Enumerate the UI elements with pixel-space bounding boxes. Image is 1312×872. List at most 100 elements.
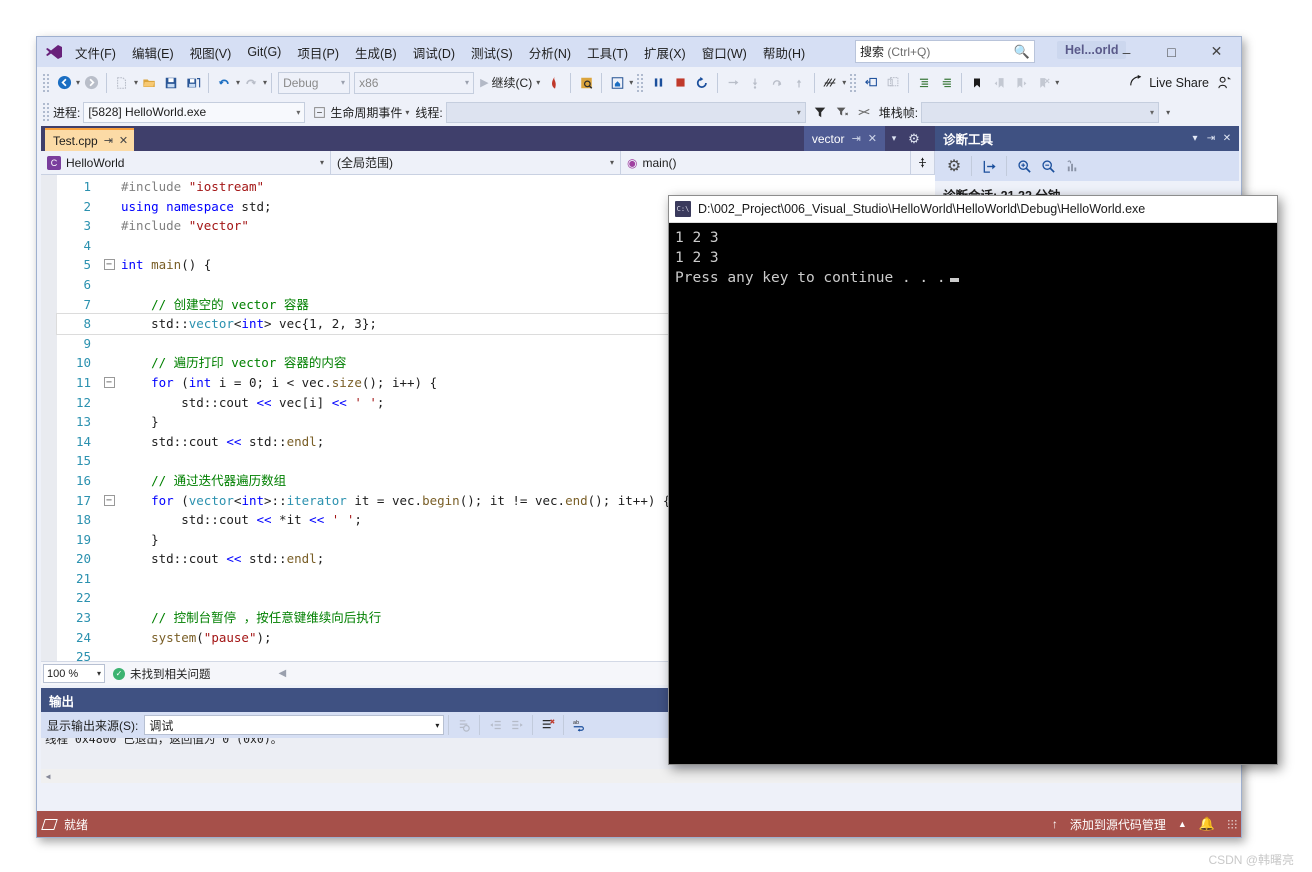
- menu-item-file[interactable]: 文件(F): [67, 39, 124, 66]
- home-dropdown[interactable]: ▾: [629, 78, 633, 87]
- hot-reload-icon[interactable]: [544, 71, 566, 95]
- thread-select[interactable]: ▾: [445, 101, 806, 123]
- no-step-dropdown[interactable]: ▾: [842, 78, 846, 87]
- solution-platform-select[interactable]: x86 ▾: [354, 71, 475, 94]
- output-horizontal-scrollbar[interactable]: ◀: [41, 769, 1241, 783]
- redo-icon[interactable]: [240, 71, 262, 95]
- break-all-icon[interactable]: [647, 71, 669, 95]
- lifecycle-dropdown[interactable]: ▾: [405, 108, 409, 117]
- console-output[interactable]: 1 2 3 1 2 3 Press any key to continue . …: [669, 223, 1277, 288]
- menu-item-extensions[interactable]: 扩展(X): [636, 39, 694, 66]
- comment-icon[interactable]: [913, 71, 935, 95]
- continue-button[interactable]: ▶ 继续(C) ▾: [476, 71, 544, 95]
- lifecycle-events-icon[interactable]: [308, 100, 330, 124]
- zoom-out-icon[interactable]: [1037, 154, 1059, 178]
- go-to-next-icon[interactable]: [506, 713, 528, 737]
- menu-item-help[interactable]: 帮助(H): [755, 39, 813, 66]
- bookmark-prev-icon[interactable]: [988, 71, 1010, 95]
- gear-icon[interactable]: ⚙: [903, 126, 925, 151]
- indent-icon[interactable]: [882, 71, 904, 95]
- resize-grip[interactable]: [1227, 819, 1237, 829]
- chevron-up-icon[interactable]: ▲: [1178, 819, 1187, 829]
- navbar-member-select[interactable]: ◉ main(): [621, 151, 911, 174]
- process-select[interactable]: [5828] HelloWorld.exe ▾: [83, 101, 306, 123]
- menu-item-edit[interactable]: 编辑(E): [124, 39, 182, 66]
- uncomment-icon[interactable]: [935, 71, 957, 95]
- bookmark-icon[interactable]: [966, 71, 988, 95]
- toolbar-grip[interactable]: [42, 102, 50, 122]
- minimize-button[interactable]: –: [1104, 37, 1149, 66]
- home-icon[interactable]: [606, 71, 628, 95]
- navigate-forward-icon[interactable]: [80, 71, 102, 95]
- pin-icon[interactable]: ⇥: [1203, 133, 1219, 144]
- menu-item-debug[interactable]: 调试(D): [405, 39, 463, 66]
- chevron-down-icon[interactable]: ▾: [1187, 133, 1203, 144]
- word-wrap-icon[interactable]: ab: [568, 713, 590, 737]
- menu-item-view[interactable]: 视图(V): [182, 39, 240, 66]
- open-folder-icon[interactable]: [138, 71, 160, 95]
- show-next-statement-icon[interactable]: [860, 71, 882, 95]
- collapse-icon[interactable]: −: [101, 491, 117, 511]
- export-icon[interactable]: [978, 154, 1000, 178]
- split-editor-icon[interactable]: [911, 151, 935, 174]
- navigate-back-icon[interactable]: [53, 71, 75, 95]
- pin-icon[interactable]: ⇥: [104, 134, 113, 147]
- console-window[interactable]: C:\ D:\002_Project\006_Visual_Studio\Hel…: [668, 195, 1278, 765]
- solution-configuration-select[interactable]: Debug ▾: [278, 71, 351, 94]
- select-tools-icon[interactable]: [1061, 154, 1083, 178]
- scroll-left-icon[interactable]: ◀: [41, 772, 55, 781]
- bookmark-next-icon[interactable]: [1010, 71, 1032, 95]
- zoom-in-icon[interactable]: [1013, 154, 1035, 178]
- tool-window-tab-vector[interactable]: vector ⇥ ✕: [803, 126, 885, 151]
- menu-item-window[interactable]: 窗口(W): [694, 39, 755, 66]
- document-tab-test-cpp[interactable]: Test.cpp ⇥ ✕: [45, 128, 135, 151]
- step-out-icon[interactable]: [766, 71, 788, 95]
- redo-dropdown[interactable]: ▾: [263, 78, 267, 87]
- pin-icon[interactable]: ⇥: [852, 132, 861, 145]
- toolbar-grip[interactable]: [636, 72, 645, 93]
- gear-icon[interactable]: ⚙: [943, 154, 965, 178]
- live-share-button[interactable]: Live Share: [1128, 74, 1213, 91]
- zoom-level-select[interactable]: 100 % ▾: [43, 664, 105, 683]
- notification-bell-icon[interactable]: 🔔: [1199, 816, 1215, 832]
- lifecycle-label[interactable]: 生命周期事件: [330, 104, 402, 121]
- new-item-icon[interactable]: [111, 71, 133, 95]
- previous-icon[interactable]: ◀: [279, 668, 287, 679]
- toolbar-overflow-icon[interactable]: ▾: [1166, 108, 1170, 117]
- close-button[interactable]: ✕: [1194, 37, 1239, 66]
- clear-filter-icon[interactable]: [853, 100, 875, 124]
- stop-debugging-icon[interactable]: [669, 71, 691, 95]
- close-icon[interactable]: ✕: [119, 134, 128, 147]
- chevron-down-icon[interactable]: ▾: [885, 126, 903, 151]
- no-step-icon[interactable]: [819, 71, 841, 95]
- menu-item-git[interactable]: Git(G): [239, 41, 289, 63]
- collapse-icon[interactable]: −: [101, 255, 117, 275]
- bookmark-clear-icon[interactable]: [1032, 71, 1054, 95]
- filter-threads-icon[interactable]: [831, 100, 853, 124]
- save-all-icon[interactable]: [182, 71, 204, 95]
- save-icon[interactable]: [160, 71, 182, 95]
- toolbar-grip[interactable]: [849, 72, 858, 93]
- add-to-source-control-label[interactable]: 添加到源代码管理: [1070, 816, 1166, 833]
- close-icon[interactable]: ✕: [1219, 133, 1235, 144]
- navbar-scope-select[interactable]: (全局范围) ▾: [331, 151, 621, 174]
- search-input[interactable]: 搜索 (Ctrl+Q) 🔍: [855, 40, 1035, 63]
- menu-item-analyze[interactable]: 分析(N): [521, 39, 579, 66]
- menu-item-tools[interactable]: 工具(T): [579, 39, 636, 66]
- toolbar-overflow-icon[interactable]: ▾: [1055, 78, 1059, 87]
- add-to-source-control-icon[interactable]: ↑: [1052, 817, 1058, 831]
- menu-item-project[interactable]: 项目(P): [289, 39, 347, 66]
- attach-to-process-icon[interactable]: [575, 71, 597, 95]
- navbar-project-select[interactable]: C HelloWorld ▾: [41, 151, 331, 174]
- go-to-previous-icon[interactable]: [484, 713, 506, 737]
- stackframe-select[interactable]: ▾: [921, 101, 1160, 123]
- toolbar-grip[interactable]: [42, 72, 50, 93]
- step-up-icon[interactable]: [788, 71, 810, 95]
- clear-all-icon[interactable]: [537, 713, 559, 737]
- menu-item-build[interactable]: 生成(B): [347, 39, 405, 66]
- undo-icon[interactable]: [213, 71, 235, 95]
- filter-icon[interactable]: [809, 100, 831, 124]
- step-into-icon[interactable]: [744, 71, 766, 95]
- collapse-icon[interactable]: −: [101, 373, 117, 393]
- maximize-button[interactable]: □: [1149, 37, 1194, 66]
